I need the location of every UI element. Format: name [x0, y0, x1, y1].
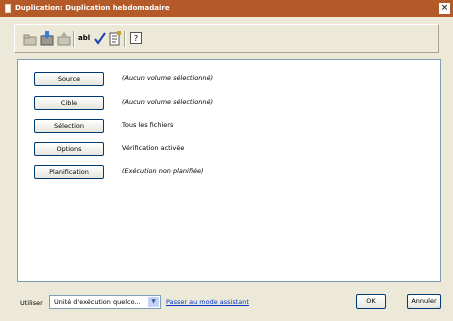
svg-text:?: ? — [134, 34, 138, 43]
use-label: Utiliser — [20, 299, 43, 307]
check-icon[interactable] — [94, 30, 106, 47]
selection-value: Tous les fichiers — [122, 121, 174, 129]
wizard-mode-link[interactable]: Passer au mode assistant — [166, 298, 249, 306]
close-button[interactable]: × — [439, 3, 450, 14]
document-icon — [5, 4, 11, 13]
execution-unit-value: Unité d'exécution quelco... — [54, 298, 141, 306]
selection-button[interactable]: Sélection — [34, 119, 104, 133]
source-button[interactable]: Source — [34, 72, 104, 86]
settings-panel: Source (Aucun volume sélectionné) Cible … — [17, 59, 441, 282]
source-value: (Aucun volume sélectionné) — [122, 74, 213, 82]
execution-unit-select[interactable]: Unité d'exécution quelco... ▼ — [49, 295, 161, 309]
planification-button[interactable]: Planification — [34, 165, 104, 179]
save-icon[interactable] — [40, 30, 54, 47]
cible-value: (Aucun volume sélectionné) — [122, 98, 213, 106]
planification-value: (Exécution non planifiée) — [122, 167, 204, 175]
ok-button[interactable]: OK — [356, 294, 386, 309]
help-icon[interactable]: ? — [129, 30, 143, 47]
rename-abl-icon[interactable]: abl — [78, 30, 90, 47]
cancel-button[interactable]: Annuler — [407, 294, 441, 309]
folder-up-icon[interactable] — [57, 30, 71, 47]
window-title: Duplication: Duplication hebdomadaire — [15, 4, 170, 12]
cible-button[interactable]: Cible — [34, 96, 104, 110]
title-bar: Duplication: Duplication hebdomadaire × — [0, 0, 453, 17]
properties-icon[interactable] — [108, 30, 122, 47]
options-button[interactable]: Options — [34, 142, 104, 156]
open-folder-icon[interactable] — [23, 30, 37, 47]
chevron-down-icon[interactable]: ▼ — [148, 297, 159, 307]
footer: Utiliser Unité d'exécution quelco... ▼ P… — [0, 283, 453, 321]
options-value: Vérification activée — [122, 144, 185, 152]
toolbar: abl ? — [14, 24, 439, 53]
